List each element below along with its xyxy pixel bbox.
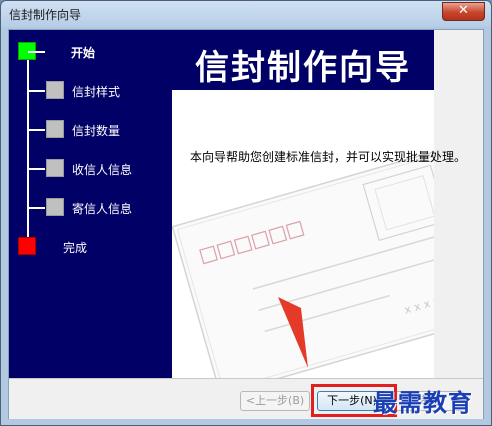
step-finish-marker — [18, 237, 36, 255]
steps-panel: 开始 信封样式 信封数量 收信人信息 寄信人信息 完成 — [9, 30, 172, 378]
window-title: 信封制作向导 — [9, 8, 82, 22]
step-pending-marker — [46, 81, 64, 99]
step-connector — [28, 129, 45, 131]
step-pending-marker — [46, 159, 64, 177]
wizard-client-area: 开始 信封样式 信封数量 收信人信息 寄信人信息 完成 x x x x 信封制作… — [8, 29, 484, 419]
step-label: 完成 — [63, 241, 88, 255]
step-connector — [28, 51, 45, 53]
close-icon: ✕ — [458, 3, 469, 18]
header-title: 信封制作向导 — [195, 48, 411, 88]
step-finish: 完成 — [9, 237, 172, 257]
title-bar[interactable]: 信封制作向导 ✕ — [1, 1, 491, 27]
watermark-logo: 最需教育 — [373, 388, 473, 417]
close-button[interactable]: ✕ — [442, 2, 485, 21]
step-label: 寄信人信息 — [72, 202, 133, 216]
intro-text: 本向导帮助您创建标准信封，并可以实现批量处理。 — [190, 150, 467, 164]
prev-button[interactable]: <上一步(B) — [240, 391, 310, 411]
step-recipient-info: 收信人信息 — [9, 159, 172, 179]
step-envelope-count: 信封数量 — [9, 120, 172, 140]
header-band: 信封制作向导 — [172, 30, 434, 90]
step-label: 信封样式 — [72, 85, 121, 99]
envelope-illustration: x x x x — [172, 145, 434, 378]
step-pending-marker — [46, 120, 64, 138]
step-pending-marker — [46, 198, 64, 216]
step-label: 开始 — [71, 46, 96, 60]
step-sender-info: 寄信人信息 — [9, 198, 172, 218]
step-label: 信封数量 — [72, 124, 121, 138]
step-connector — [28, 207, 45, 209]
wizard-button-bar: <上一步(B) 下一步(N) 完成 最需教育 — [9, 378, 483, 419]
wizard-window: 信封制作向导 ✕ 开始 信封样式 信封数量 收信人信息 寄信人信息 完成 x x… — [0, 0, 492, 426]
step-connector — [28, 90, 45, 92]
content-panel: x x x x 信封制作向导 本向导帮助您创建标准信封，并可以实现批量处理。 — [172, 30, 466, 378]
step-label: 收信人信息 — [72, 163, 133, 177]
step-connector — [28, 168, 45, 170]
step-start: 开始 — [9, 42, 172, 62]
step-envelope-style: 信封样式 — [9, 81, 172, 101]
